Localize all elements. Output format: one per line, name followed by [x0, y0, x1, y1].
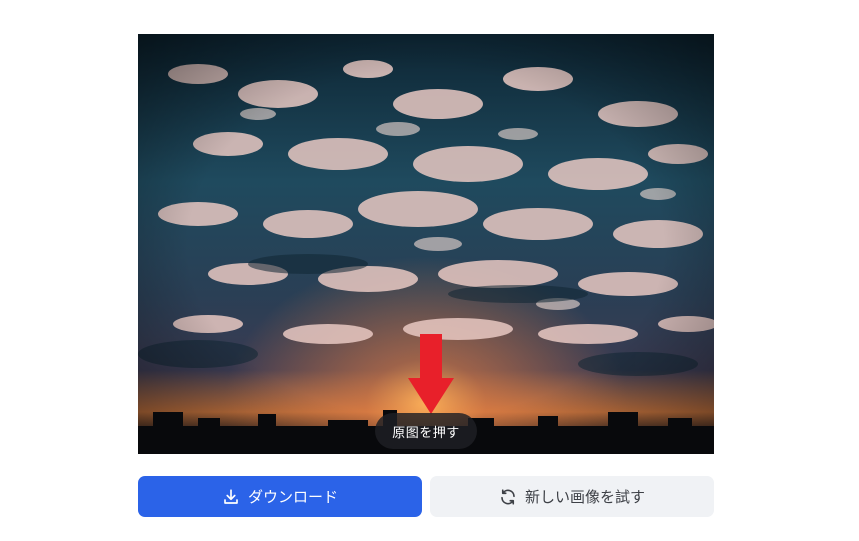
download-button[interactable]: ダウンロード — [138, 476, 422, 517]
down-arrow-icon — [408, 334, 454, 414]
hold-to-view-original-button[interactable]: 原图を押す — [375, 413, 477, 449]
refresh-icon — [501, 488, 515, 505]
hold-to-view-original-label: 原图を押す — [392, 424, 460, 440]
try-new-image-button[interactable]: 新しい画像を試す — [430, 476, 714, 517]
download-icon — [224, 488, 238, 504]
download-button-label: ダウンロード — [247, 489, 338, 506]
page: 原图を押す ダウンロード 新しい画像を試す — [0, 0, 859, 541]
try-new-image-button-label: 新しい画像を試す — [524, 489, 645, 506]
